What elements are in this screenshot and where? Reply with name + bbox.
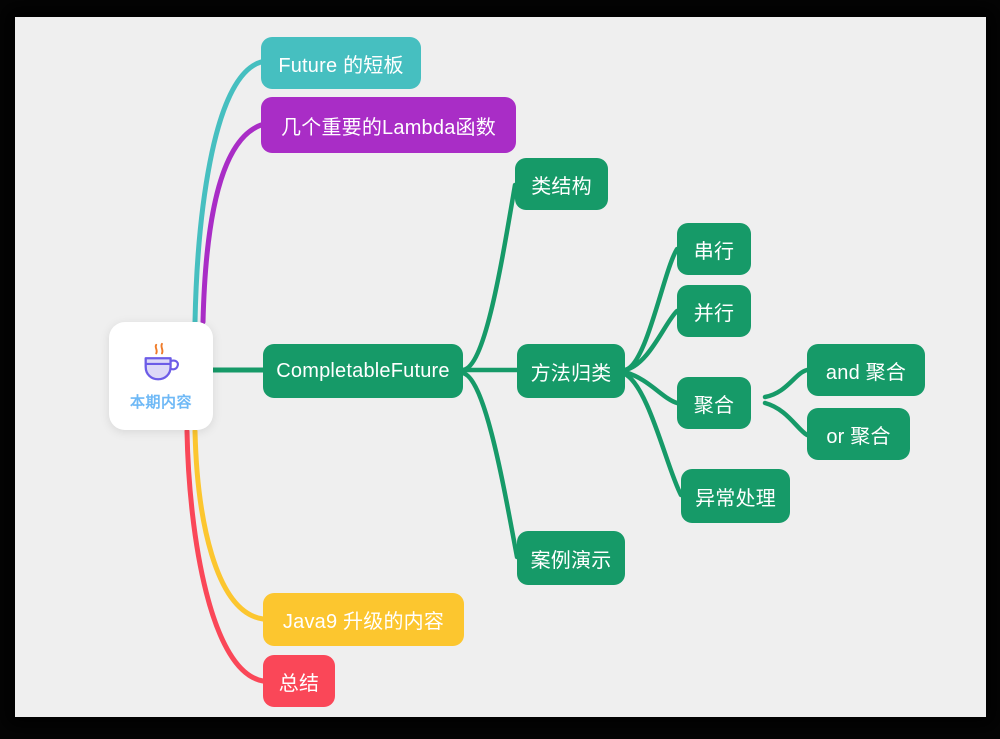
connector-aggregate-to-or [762,400,810,438]
node-label: 案例演示 [530,549,612,572]
node-parallel[interactable]: 并行 [677,285,751,337]
node-class-structure[interactable]: 类结构 [515,158,608,210]
coffee-cup-icon [144,342,179,380]
node-label: 异常处理 [695,487,776,510]
connector-method-to-parallel [622,308,680,373]
node-summary[interactable]: 总结 [263,655,335,707]
connector-cf-to-class-structure [460,182,518,373]
node-and-aggregate[interactable]: and 聚合 [807,344,925,396]
connector-method-to-serial [622,246,680,373]
connector-root-to-future [192,59,264,325]
node-method-categories[interactable]: 方法归类 [517,344,625,398]
node-exception-handling[interactable]: 异常处理 [681,469,790,523]
connector-cf-to-case-demo [460,370,520,560]
connector-root-to-java9 [192,428,266,622]
node-label: Java9 升级的内容 [282,611,445,633]
root-node-label: 本期内容 [129,393,192,411]
node-or-aggregate[interactable]: or 聚合 [807,408,910,460]
node-java9-upgrade[interactable]: Java9 升级的内容 [263,593,464,646]
node-label: CompletableFuture [276,359,450,382]
screenshot-frame: 本期内容 Future 的短板 几个重要的Lambda函数 Completabl… [0,0,1000,739]
node-label: and 聚合 [825,361,907,384]
node-label: 串行 [693,240,735,263]
node-label: 方法归类 [530,362,612,385]
node-case-demo[interactable]: 案例演示 [517,531,625,585]
connector-root-to-lambda [200,122,264,325]
connector-root-to-summary [184,428,266,684]
connector-method-to-exception [622,371,684,498]
node-label: 几个重要的Lambda函数 [281,116,496,139]
node-label: 总结 [278,672,320,695]
root-node[interactable]: 本期内容 [109,322,213,430]
node-label: 聚合 [693,394,735,417]
mindmap-canvas[interactable]: 本期内容 Future 的短板 几个重要的Lambda函数 Completabl… [15,17,986,717]
connector-method-to-aggregate [622,369,680,406]
node-serial[interactable]: 串行 [677,223,751,275]
node-label: 并行 [693,302,735,325]
node-aggregate[interactable]: 聚合 [677,377,751,429]
node-future-weakness[interactable]: Future 的短板 [261,37,421,89]
node-lambda-functions[interactable]: 几个重要的Lambda函数 [261,97,516,153]
node-label: Future 的短板 [278,54,404,77]
connector-aggregate-to-and [762,367,810,400]
node-label: 类结构 [531,175,592,198]
node-label: or 聚合 [826,425,891,448]
node-completable-future[interactable]: CompletableFuture [263,344,463,398]
